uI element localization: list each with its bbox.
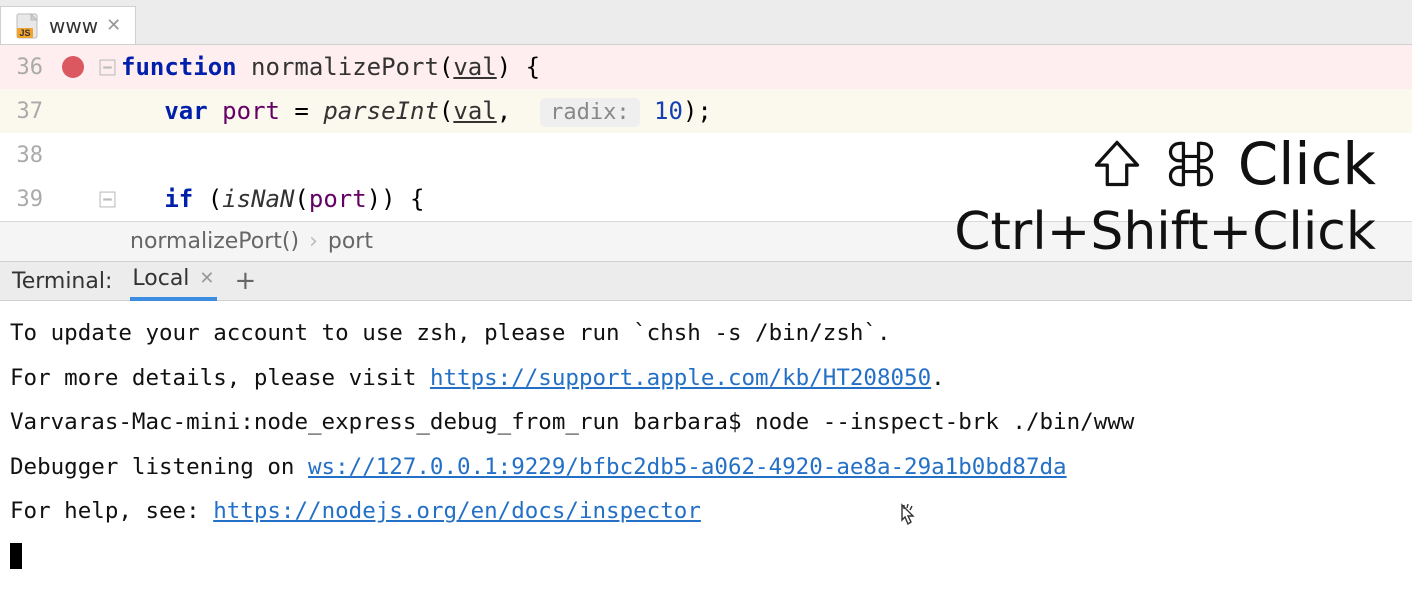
close-icon[interactable]: ✕ <box>199 268 214 289</box>
terminal-line: Varvaras-Mac-mini:node_express_debug_fro… <box>10 409 1134 435</box>
terminal-line: For help, see: <box>10 498 213 524</box>
code-content[interactable]: if (isNaN(port)) { <box>121 185 424 213</box>
chevron-right-icon: › <box>309 229 318 254</box>
breadcrumb-function[interactable]: normalizePort() <box>130 229 299 254</box>
shift-icon <box>1090 137 1144 191</box>
terminal-link-apple[interactable]: https://support.apple.com/kb/HT208050 <box>430 365 931 391</box>
command-icon <box>1164 137 1218 191</box>
code-content[interactable]: var port = parseInt(val, radix: 10); <box>121 97 712 125</box>
fold-gutter[interactable] <box>93 191 121 208</box>
svg-text:JS: JS <box>19 28 30 38</box>
fold-open-icon <box>99 59 116 76</box>
terminal-output[interactable]: To update your account to use zsh, pleas… <box>0 301 1412 588</box>
code-line-37[interactable]: 37 var port = parseInt(val, radix: 10); <box>0 89 1412 133</box>
terminal-tab-local[interactable]: Local ✕ <box>130 262 216 301</box>
terminal-link-nodejs[interactable]: https://nodejs.org/en/docs/inspector <box>213 498 701 524</box>
fold-gutter[interactable] <box>93 59 121 76</box>
file-tab-www[interactable]: JS www ✕ <box>0 6 136 44</box>
shortcut-other: Ctrl+Shift+Click <box>954 202 1376 262</box>
fold-open-icon <box>99 191 116 208</box>
breakpoint-marker[interactable] <box>62 56 84 78</box>
line-number: 36 <box>0 55 53 80</box>
terminal-link-ws[interactable]: ws://127.0.0.1:9229/bfbc2db5-a062-4920-a… <box>308 454 1067 480</box>
code-content[interactable]: function normalizePort(val) { <box>121 53 540 81</box>
breakpoint-gutter[interactable] <box>53 56 93 78</box>
terminal-cursor <box>10 543 22 569</box>
close-icon[interactable]: ✕ <box>106 15 121 36</box>
tab-filename: www <box>49 14 98 38</box>
terminal-line: Debugger listening on <box>10 454 308 480</box>
terminal-line: For more details, please visit <box>10 365 430 391</box>
terminal-header: Terminal: Local ✕ + <box>0 261 1412 301</box>
tab-bar: JS www ✕ <box>0 0 1412 45</box>
js-file-icon: JS <box>15 13 41 39</box>
terminal-label: Terminal: <box>12 269 112 294</box>
shortcut-mac: Click <box>954 130 1376 198</box>
add-terminal-button[interactable]: + <box>235 266 257 296</box>
terminal-tab-label: Local <box>132 266 189 291</box>
line-number: 39 <box>0 187 53 212</box>
terminal-line: To update your account to use zsh, pleas… <box>10 320 891 346</box>
breadcrumb-var[interactable]: port <box>328 229 373 254</box>
line-number: 38 <box>0 143 53 168</box>
shortcut-hint-overlay: Click Ctrl+Shift+Click <box>954 130 1376 262</box>
mouse-pointer-icon <box>894 502 922 534</box>
code-line-36[interactable]: 36 function normalizePort(val) { <box>0 45 1412 89</box>
line-number: 37 <box>0 99 53 124</box>
